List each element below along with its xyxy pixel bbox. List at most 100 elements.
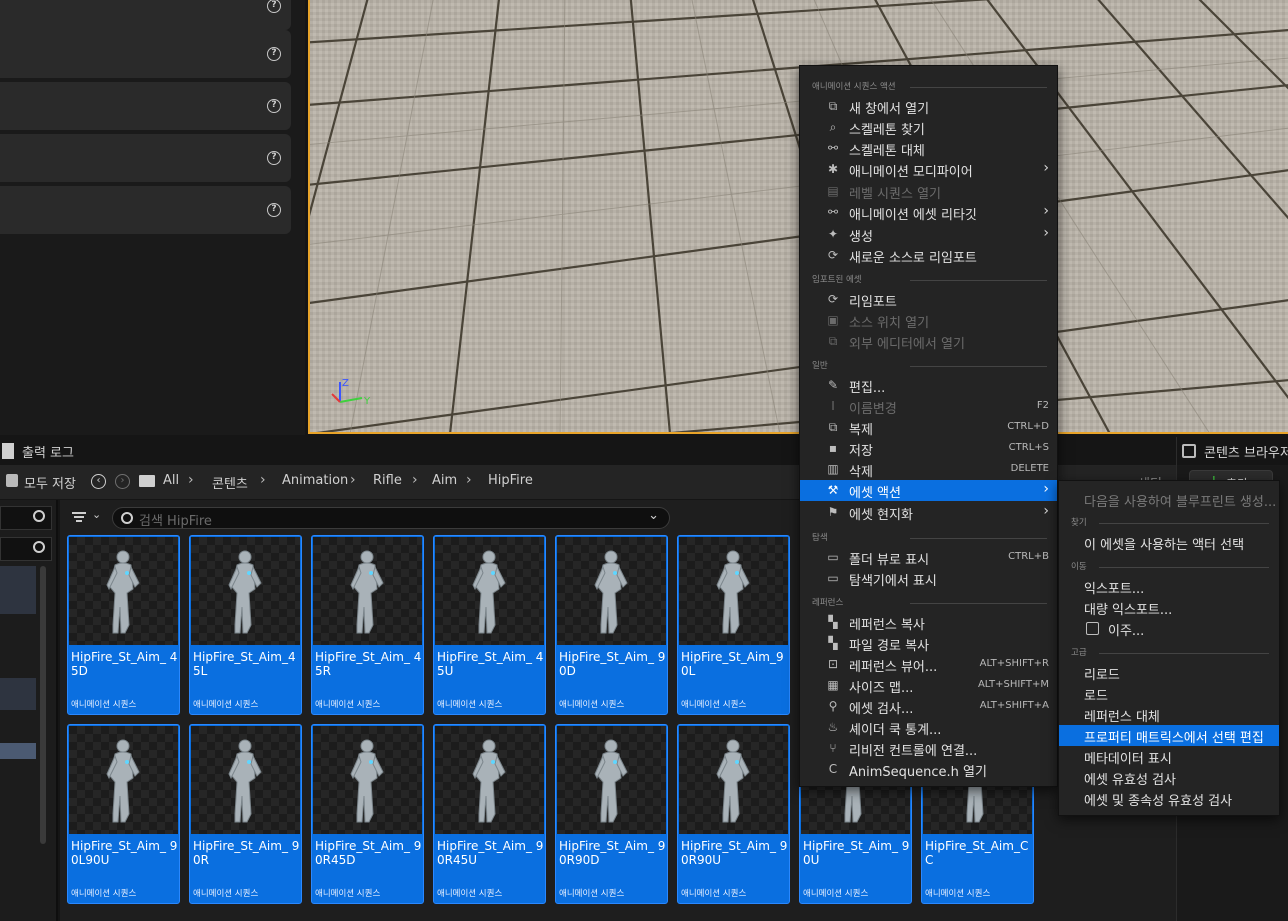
chevron-right-icon[interactable]: › bbox=[412, 472, 418, 488]
tree-item[interactable] bbox=[0, 566, 36, 614]
breadcrumb-item[interactable]: Animation bbox=[282, 473, 348, 488]
shader-cook-icon: ♨ bbox=[827, 720, 839, 734]
breadcrumb-item[interactable]: Rifle bbox=[373, 473, 402, 488]
property-row[interactable]: ? bbox=[0, 30, 291, 78]
submenu-item[interactable]: 에셋 및 종속성 유효성 검사 bbox=[1059, 788, 1279, 809]
breadcrumb-item[interactable]: HipFire bbox=[488, 473, 533, 488]
asset-tile[interactable]: HipFire_St_Aim_ 90R45U 애니메이션 시퀀스 bbox=[433, 724, 546, 904]
menu-item[interactable]: ✎ 편집... bbox=[800, 375, 1057, 397]
help-icon[interactable]: ? bbox=[267, 151, 281, 165]
menu-item[interactable]: ⟳ 리임포트 bbox=[800, 289, 1057, 311]
menu-item: ▤ 레벨 시퀀스 열기 bbox=[800, 181, 1057, 203]
chevron-right-icon[interactable]: › bbox=[350, 472, 356, 488]
asset-tile[interactable]: HipFire_St_Aim_ 90R 애니메이션 시퀀스 bbox=[189, 724, 302, 904]
submenu-item[interactable]: 이주... bbox=[1059, 618, 1279, 639]
asset-tile[interactable]: HipFire_St_Aim_ 90R90D 애니메이션 시퀀스 bbox=[555, 724, 668, 904]
menu-item-label: 탐색기에서 표시 bbox=[849, 574, 937, 589]
chevron-down-icon[interactable]: ⌄ bbox=[648, 508, 659, 523]
duplicate-icon: ⧉ bbox=[828, 420, 838, 434]
menu-item[interactable]: ⚯ 애니메이션 에셋 리타깃 › bbox=[800, 202, 1057, 223]
breadcrumb-item[interactable]: All bbox=[163, 473, 179, 488]
menu-item[interactable]: ▭ 탐색기에서 표시 bbox=[800, 568, 1057, 590]
menu-item[interactable]: ✱ 애니메이션 모디파이어 › bbox=[800, 159, 1057, 180]
menu-item[interactable]: ▚ 파일 경로 복사 bbox=[800, 633, 1057, 655]
breadcrumb-item[interactable]: Aim bbox=[432, 473, 457, 488]
submenu-item[interactable]: 이 에셋을 사용하는 액터 선택 bbox=[1059, 532, 1279, 553]
breadcrumb-item[interactable]: 콘텐츠 bbox=[212, 473, 248, 492]
menu-item[interactable]: C AnimSequence.h 열기 bbox=[800, 759, 1057, 781]
menu-item[interactable]: ▦ 사이즈 맵... ALT+SHIFT+M bbox=[800, 675, 1057, 697]
property-row[interactable]: ? bbox=[0, 82, 291, 130]
scrollbar[interactable] bbox=[40, 566, 46, 844]
asset-tile[interactable]: HipFire_St_Aim_90L 애니메이션 시퀀스 bbox=[677, 535, 790, 715]
menu-item[interactable]: ⟳ 새로운 소스로 리임포트 bbox=[800, 245, 1057, 267]
tree-item[interactable] bbox=[0, 678, 36, 710]
save-all-icon[interactable] bbox=[6, 474, 18, 487]
back-icon[interactable]: ‹ bbox=[91, 474, 106, 489]
chevron-right-icon[interactable]: › bbox=[466, 472, 472, 488]
submenu-divider bbox=[1099, 567, 1269, 568]
asset-tile[interactable]: HipFire_St_Aim_ 90R90U 애니메이션 시퀀스 bbox=[677, 724, 790, 904]
help-icon[interactable]: ? bbox=[267, 47, 281, 61]
menu-item[interactable]: ⚯ 스켈레톤 대체 bbox=[800, 138, 1057, 160]
help-icon[interactable]: ? bbox=[267, 203, 281, 217]
submenu-item[interactable]: 프로퍼티 매트릭스에서 선택 편집 bbox=[1059, 725, 1279, 746]
submenu-item[interactable]: 대량 익스포트... bbox=[1059, 597, 1279, 618]
submenu-item[interactable]: 레퍼런스 대체 bbox=[1059, 704, 1279, 725]
asset-tile[interactable]: HipFire_St_Aim_ 45D 애니메이션 시퀀스 bbox=[67, 535, 180, 715]
submenu-section-header: 찾기 bbox=[1071, 518, 1087, 528]
menu-item[interactable]: ♨ 셰이더 쿡 통계... bbox=[800, 717, 1057, 739]
asset-tile[interactable]: HipFire_St_Aim_ 45U 애니메이션 시퀀스 bbox=[433, 535, 546, 715]
menu-item[interactable]: ▭ 폴더 뷰로 표시 CTRL+B bbox=[800, 547, 1057, 569]
forward-icon[interactable]: › bbox=[115, 474, 130, 489]
menu-item[interactable]: ⊡ 레퍼런스 뷰어... ALT+SHIFT+R bbox=[800, 654, 1057, 676]
property-row[interactable]: ? bbox=[0, 0, 291, 30]
menu-item[interactable]: ⚑ 에셋 현지화 › bbox=[800, 502, 1057, 523]
submenu-item[interactable]: 익스포트... bbox=[1059, 576, 1279, 597]
content-browser-tab[interactable]: 콘텐츠 브라우저 bbox=[1176, 437, 1288, 465]
menu-item[interactable]: ⑂ 리비전 컨트롤에 연결... bbox=[800, 738, 1057, 760]
menu-item[interactable]: ▪ 저장 CTRL+S bbox=[800, 438, 1057, 460]
help-icon[interactable]: ? bbox=[267, 0, 281, 13]
external-editor-icon: ⧉ bbox=[828, 334, 838, 348]
menu-item[interactable]: ⚲ 에셋 검사... ALT+SHIFT+A bbox=[800, 696, 1057, 718]
chevron-right-icon[interactable]: › bbox=[260, 472, 266, 488]
asset-tile[interactable]: HipFire_St_Aim_ 45R 애니메이션 시퀀스 bbox=[311, 535, 424, 715]
menu-item-label: 레퍼런스 뷰어... bbox=[849, 660, 938, 675]
menu-item[interactable]: ⚒ 에셋 액션 › bbox=[800, 480, 1057, 501]
menu-item[interactable]: ✦ 생성 › bbox=[800, 224, 1057, 245]
menu-item[interactable]: ▚ 레퍼런스 복사 bbox=[800, 612, 1057, 634]
submenu-item[interactable]: 로드 bbox=[1059, 683, 1279, 704]
tree-item-selected[interactable] bbox=[0, 743, 36, 759]
asset-thumbnail bbox=[557, 726, 666, 834]
asset-tile[interactable]: HipFire_St_Aim_45L 애니메이션 시퀀스 bbox=[189, 535, 302, 715]
save-all-button[interactable]: 모두 저장 bbox=[24, 473, 76, 492]
property-row[interactable]: ? bbox=[0, 186, 291, 234]
filter-icon[interactable]: ⌄ bbox=[70, 507, 110, 527]
search-icon bbox=[121, 512, 133, 524]
submenu-item[interactable]: 메타데이터 표시 bbox=[1059, 746, 1279, 767]
tree-search[interactable] bbox=[0, 506, 52, 530]
property-row[interactable]: ? bbox=[0, 134, 291, 182]
search-input[interactable]: 검색 HipFire ⌄ bbox=[112, 507, 670, 529]
asset-tile[interactable]: HipFire_St_Aim_ 90R45D 애니메이션 시퀀스 bbox=[311, 724, 424, 904]
menu-item: ▣ 소스 위치 열기 bbox=[800, 310, 1057, 332]
menu-divider bbox=[910, 280, 1047, 281]
help-icon[interactable]: ? bbox=[267, 99, 281, 113]
menu-item[interactable]: ⌕ 스켈레톤 찾기 bbox=[800, 117, 1057, 139]
asset-type: 애니메이션 시퀀스 bbox=[315, 700, 381, 710]
menu-item[interactable]: ⧉ 새 창에서 열기 bbox=[800, 96, 1057, 118]
menu-item[interactable]: ▥ 삭제 DELETE bbox=[800, 459, 1057, 481]
menu-item-label: 레퍼런스 복사 bbox=[849, 618, 925, 633]
asset-tile[interactable]: HipFire_St_Aim_ 90L90U 애니메이션 시퀀스 bbox=[67, 724, 180, 904]
output-log-label[interactable]: 출력 로그 bbox=[22, 442, 74, 461]
tree-filter-search[interactable] bbox=[0, 537, 52, 561]
menu-item[interactable]: ⧉ 복제 CTRL+D bbox=[800, 417, 1057, 439]
submenu-item[interactable]: 리로드 bbox=[1059, 662, 1279, 683]
chevron-right-icon[interactable]: › bbox=[188, 472, 194, 488]
menu-item-shortcut: ALT+SHIFT+A bbox=[979, 700, 1049, 711]
submenu-item[interactable]: 에셋 유효성 검사 bbox=[1059, 767, 1279, 788]
viewport[interactable]: Z Y bbox=[308, 0, 1288, 434]
menu-section-header: 탐색 bbox=[812, 533, 828, 543]
asset-tile[interactable]: HipFire_St_Aim_ 90D 애니메이션 시퀀스 bbox=[555, 535, 668, 715]
